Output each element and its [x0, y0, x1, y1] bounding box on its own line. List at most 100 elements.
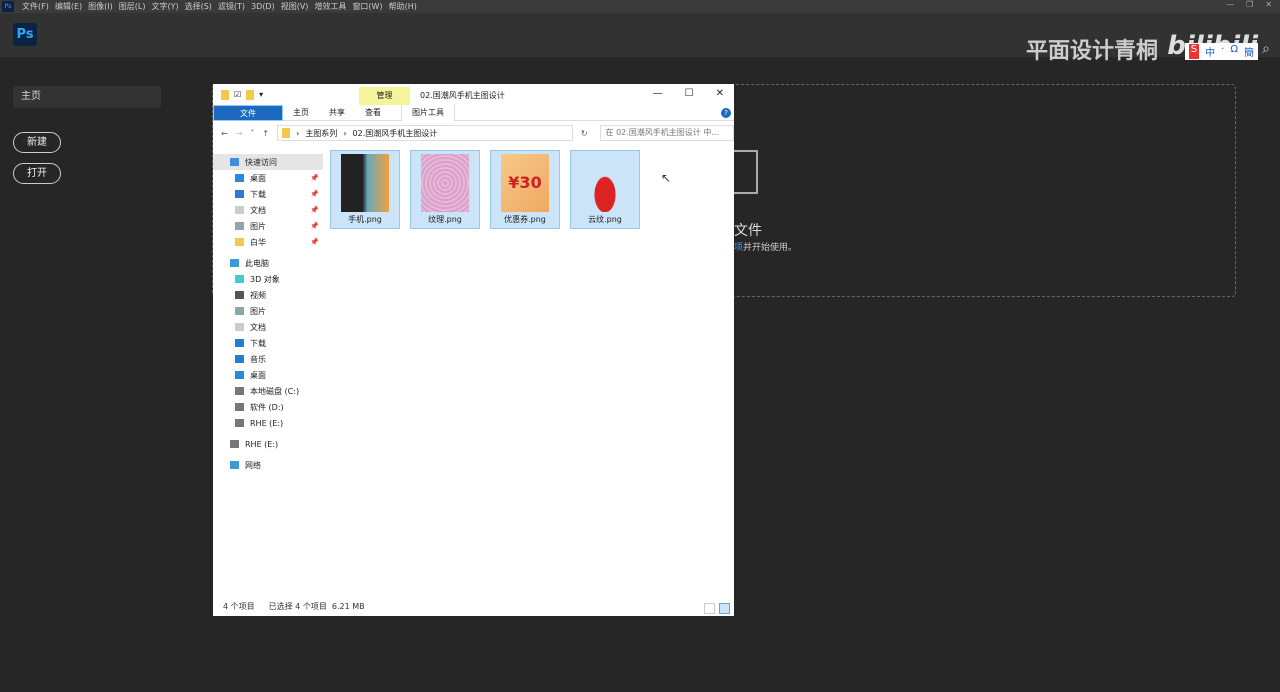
nav-item-label: 白华 [250, 237, 266, 247]
nav-item[interactable]: 此电脑 [213, 255, 323, 271]
nav-item[interactable]: 音乐 [213, 351, 323, 367]
tab-home[interactable]: 主页 [283, 105, 319, 121]
nav-item[interactable]: 下载 📌 [213, 186, 323, 202]
new-folder-icon[interactable] [246, 89, 255, 100]
menu-filter[interactable]: 滤镜(T) [218, 1, 245, 12]
nav-item[interactable]: 桌面 [213, 367, 323, 383]
up-icon[interactable]: ↑ [262, 129, 269, 138]
search-input[interactable]: 在 02.国潮风手机主图设计 中... [599, 125, 734, 141]
nav-item[interactable]: 本地磁盘 (C:) [213, 383, 323, 399]
video-icon [235, 291, 244, 299]
close-icon[interactable]: ✕ [1265, 0, 1272, 9]
refresh-icon[interactable]: ↻ [581, 129, 588, 138]
nav-item[interactable]: 视频 [213, 287, 323, 303]
drive-icon [230, 440, 239, 448]
download-icon [235, 190, 244, 198]
status-bar: 4 个项目 已选择 4 个项目 6.21 MB [223, 601, 365, 612]
restore-icon[interactable]: ❐ [1246, 0, 1253, 9]
sidebar-item-home[interactable]: 主页 [13, 86, 161, 108]
minimize-icon[interactable]: — [1226, 0, 1234, 9]
title-bar: ☑ ▾ 管理 02.国潮风手机主图设计 — ☐ ✕ [213, 84, 734, 105]
new-button[interactable]: 新建 [13, 132, 61, 153]
address-bar[interactable]: › 主图系列 › 02.国潮风手机主图设计 [277, 125, 573, 141]
folder-icon [235, 238, 244, 246]
download-icon [235, 339, 244, 347]
nav-item[interactable]: 快速访问 [213, 154, 323, 170]
nav-item[interactable]: 软件 (D:) [213, 399, 323, 415]
nav-item[interactable]: RHE (E:) [213, 415, 323, 431]
back-icon[interactable]: ← [221, 129, 228, 138]
properties-icon[interactable]: ☑ [234, 90, 241, 99]
nav-item-label: 此电脑 [245, 258, 269, 268]
pin-icon[interactable]: 📌 [310, 238, 319, 246]
nav-item[interactable]: 图片 [213, 303, 323, 319]
pin-icon[interactable]: 📌 [310, 206, 319, 214]
menu-plugins[interactable]: 增效工具 [314, 1, 346, 12]
menu-help[interactable]: 帮助(H) [389, 1, 417, 12]
menu-select[interactable]: 选择(S) [185, 1, 212, 12]
customize-qa-icon[interactable]: ▾ [259, 90, 263, 99]
music-icon [235, 355, 244, 363]
menu-edit[interactable]: 编辑(E) [55, 1, 82, 12]
search-icon[interactable]: ⌕ [1262, 41, 1270, 57]
menu-file[interactable]: 文件(F) [22, 1, 49, 12]
window-title: 02.国潮风手机主图设计 [420, 91, 505, 100]
nav-item[interactable]: 白华 📌 [213, 234, 323, 250]
star-icon [230, 158, 239, 166]
nav-item[interactable]: 桌面 📌 [213, 170, 323, 186]
tab-file[interactable]: 文件 [213, 104, 283, 121]
file-list: 手机.png 纹理.png ¥30 优惠券.png 云纹.png [330, 150, 640, 229]
nav-item[interactable]: 下载 [213, 335, 323, 351]
file-item[interactable]: 手机.png [330, 150, 400, 229]
open-button[interactable]: 打开 [13, 163, 61, 184]
details-view-icon[interactable] [704, 603, 715, 614]
ime-lang[interactable]: 中 [1205, 44, 1215, 59]
breadcrumb-item[interactable]: 主图系列 [305, 128, 337, 139]
menu-view[interactable]: 视图(V) [281, 1, 309, 12]
nav-item-label: RHE (E:) [250, 418, 284, 428]
menu-type[interactable]: 文字(Y) [151, 1, 178, 12]
minimize-icon[interactable]: — [653, 88, 663, 99]
manage-tab[interactable]: 管理 [359, 87, 410, 105]
nav-item[interactable]: 图片 📌 [213, 218, 323, 234]
help-icon[interactable]: ? [721, 108, 731, 118]
ime-symbol[interactable]: Ω [1230, 44, 1238, 59]
ime-toolbar[interactable]: S 中 · Ω 簡 [1184, 43, 1258, 60]
pin-icon[interactable]: 📌 [310, 190, 319, 198]
breadcrumb-item[interactable]: 02.国潮风手机主图设计 [353, 128, 438, 139]
document-icon [235, 323, 244, 331]
navigation-pane: 快速访问 桌面 📌 下载 📌 文档 📌 图片 📌 白华 📌 此电脑 3D 对象 视频图片文档 下载 音乐 桌面本… [213, 154, 323, 473]
menu-layer[interactable]: 图层(L) [119, 1, 146, 12]
tab-picture-tools[interactable]: 图片工具 [401, 104, 455, 121]
menu-image[interactable]: 图像(I) [88, 1, 113, 12]
pin-icon[interactable]: 📌 [310, 174, 319, 182]
tab-share[interactable]: 共享 [319, 105, 355, 121]
large-icons-view-icon[interactable] [719, 603, 730, 614]
nav-item[interactable]: 文档 [213, 319, 323, 335]
document-icon [235, 206, 244, 214]
pin-icon[interactable]: 📌 [310, 222, 319, 230]
nav-item[interactable]: 网络 [213, 457, 323, 473]
nav-item[interactable]: 3D 对象 [213, 271, 323, 287]
tab-view[interactable]: 查看 [355, 105, 391, 121]
forward-icon[interactable]: → [236, 129, 243, 138]
coupon-thumbnail: ¥30 [501, 154, 549, 212]
nav-item-label: 网络 [245, 460, 261, 470]
ps-menubar: Ps 文件(F) 编辑(E) 图像(I) 图层(L) 文字(Y) 选择(S) 滤… [0, 0, 1280, 13]
ime-punct[interactable]: · [1221, 44, 1224, 59]
menu-3d[interactable]: 3D(D) [251, 2, 275, 11]
close-icon[interactable]: ✕ [716, 88, 724, 99]
file-item[interactable]: 纹理.png [410, 150, 480, 229]
ime-simplified[interactable]: 簡 [1244, 44, 1254, 59]
computer-icon [230, 259, 239, 267]
nav-item[interactable]: RHE (E:) [213, 436, 323, 452]
drive-icon [235, 387, 244, 395]
recent-icon[interactable]: ˅ [250, 129, 254, 138]
dropzone-link[interactable]: 项 [734, 243, 743, 253]
nav-item-label: 图片 [250, 306, 266, 316]
menu-window[interactable]: 窗口(W) [352, 1, 382, 12]
file-item[interactable]: 云纹.png [570, 150, 640, 229]
maximize-icon[interactable]: ☐ [685, 88, 694, 99]
file-item[interactable]: ¥30 优惠券.png [490, 150, 560, 229]
nav-item[interactable]: 文档 📌 [213, 202, 323, 218]
